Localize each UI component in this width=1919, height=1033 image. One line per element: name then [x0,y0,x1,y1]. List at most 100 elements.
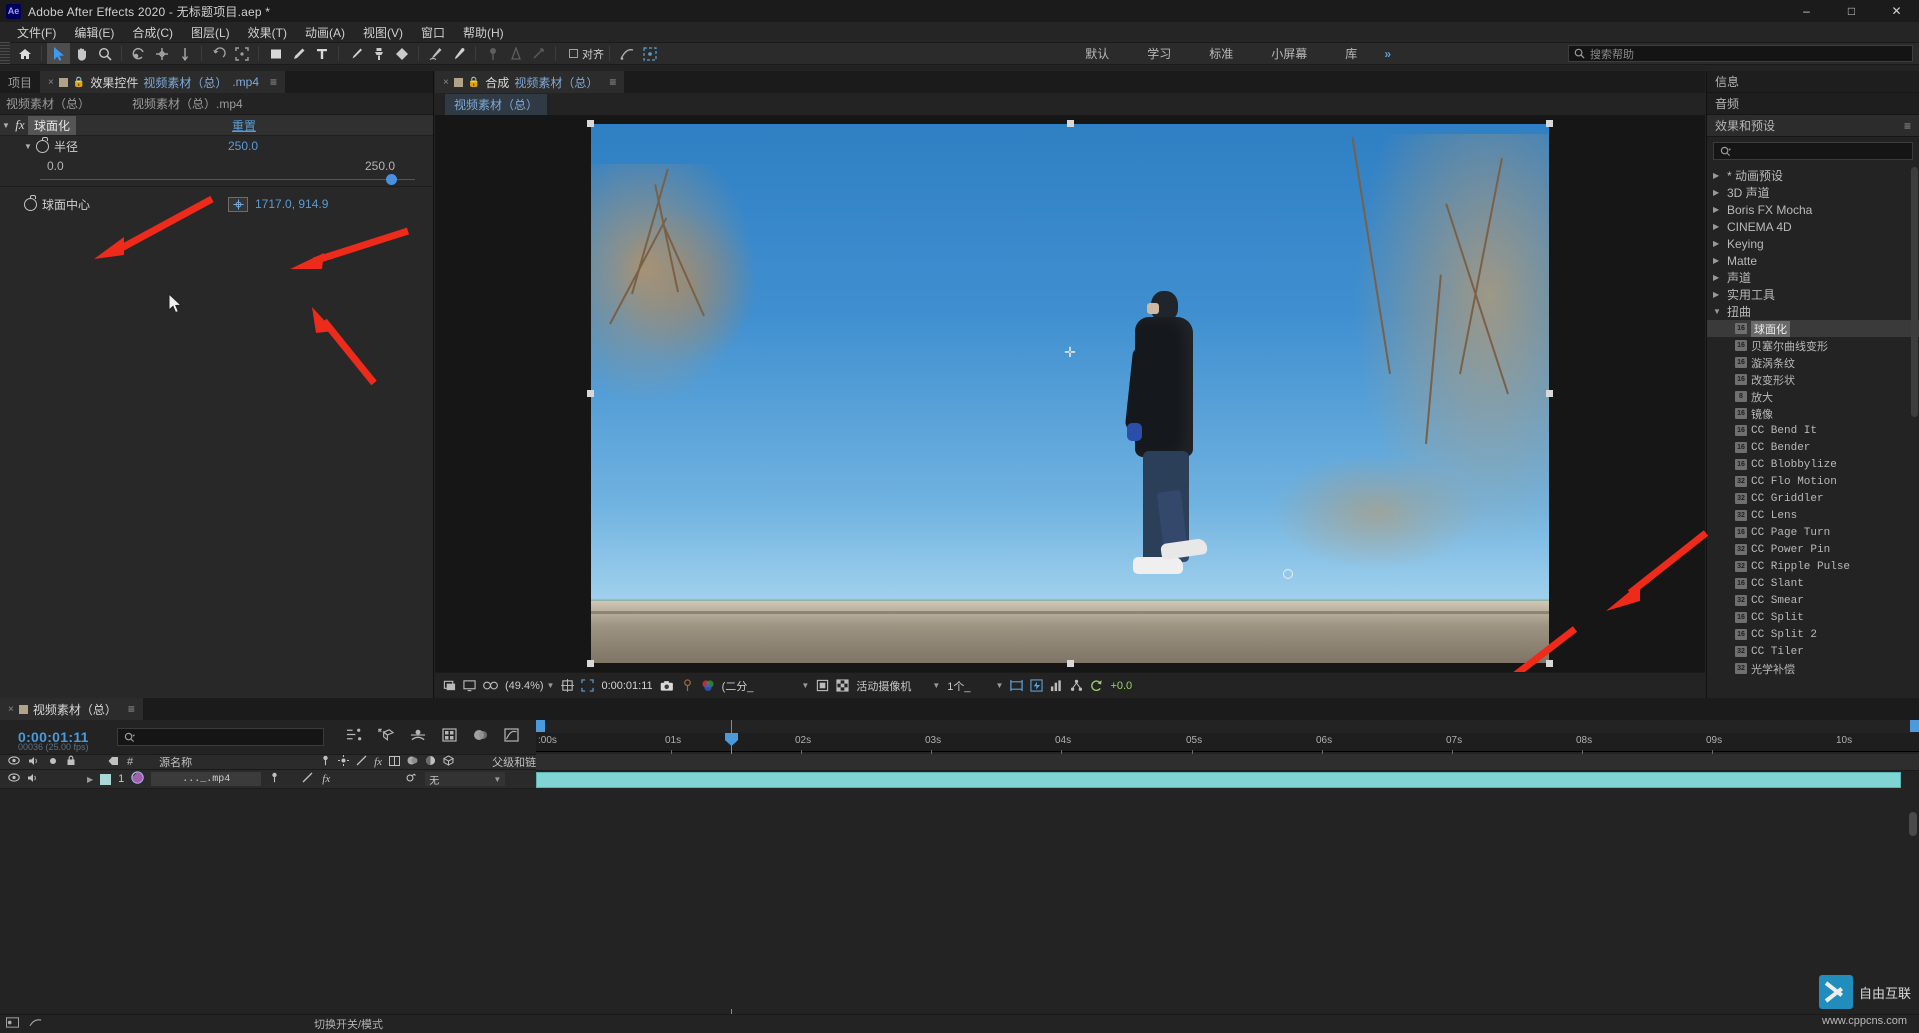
help-search-input[interactable]: 搜索帮助 [1568,45,1913,62]
layer-source-name[interactable]: ..._.mp4 [151,772,262,786]
tab-project[interactable]: 项目 [0,71,40,93]
effect-item-magnify[interactable]: 8 放大 [1707,388,1919,405]
home-icon[interactable] [13,43,36,64]
selection-handle-tl[interactable] [587,120,594,127]
channels-icon[interactable] [701,679,715,692]
effect-item-cc-slant[interactable]: 16 CC Slant [1707,575,1919,592]
timeline-track-area[interactable] [536,754,1919,1009]
property-value-sphere-center[interactable]: 1717.0, 914.9 [255,197,328,211]
work-area-end-marker[interactable] [1910,720,1919,732]
tree-group-animation-presets[interactable]: ▶ * 动画预设 [1707,167,1919,184]
camera-select[interactable]: 活动摄像机 ▼ [856,678,940,694]
effect-item-cc-bender[interactable]: 16 CC Bender [1707,439,1919,456]
tree-group-cinema-4d[interactable]: ▶ CINEMA 4D [1707,218,1919,235]
effect-item-cc-griddler[interactable]: 32 CC Griddler [1707,490,1919,507]
always-preview-icon[interactable] [443,679,456,692]
selection-handle-ml[interactable] [587,390,594,397]
workspace-libraries[interactable]: 库 [1326,43,1376,64]
layer-parent-select[interactable]: 无 ▼ [425,772,506,787]
region-of-interest-icon[interactable] [230,43,253,64]
layer-parent-pickwhip[interactable] [404,772,416,787]
slider-track[interactable] [40,179,415,180]
effects-search-input[interactable] [1713,142,1913,160]
selection-handle-tc[interactable] [1067,120,1074,127]
snapping-icon[interactable] [638,43,661,64]
checkerboard-icon[interactable] [836,679,849,692]
frame-blending-icon[interactable] [442,727,457,747]
region-of-interest-toolbar-icon[interactable] [581,679,595,692]
timeline-vertical-scrollbar[interactable] [1909,812,1917,836]
effect-item-cc-page-turn[interactable]: 16 CC Page Turn [1707,524,1919,541]
toggle-switches-modes-icon[interactable] [6,1017,19,1031]
hide-shy-layers-icon[interactable] [410,728,426,747]
puppet-position-pin-icon[interactable] [481,43,504,64]
puppet-tool-icon[interactable] [447,43,470,64]
tab-composition[interactable]: × 🔒 合成 视频素材（总） ≡ [435,71,625,93]
effect-item-cc-flo-motion[interactable]: 32 CC Flo Motion [1707,473,1919,490]
effects-panel-menu-icon[interactable]: ≡ [1904,119,1911,133]
clone-stamp-tool-icon[interactable] [367,43,390,64]
selection-handle-mr[interactable] [1546,390,1553,397]
layer-duration-bar[interactable] [536,772,1901,788]
composition-viewport[interactable]: ✛ [435,115,1705,707]
menu-composition[interactable]: 合成(C) [123,22,182,43]
undo-arrow-icon[interactable] [207,43,230,64]
tab-timeline-comp[interactable]: × 视频素材（总） ≡ [0,698,143,720]
effect-item-cc-split[interactable]: 16 CC Split [1707,609,1919,626]
fast-previews-icon[interactable] [1030,679,1044,692]
toggle-switches-modes-label[interactable]: 切换开关/模式 [314,1016,383,1032]
slider-knob[interactable] [386,174,397,185]
timeline-ruler[interactable]: :00s 01s 02s 03s 04s 05s 06s 07s 08s 09s… [536,720,1919,755]
views-select[interactable]: 1个_ ▼ [947,678,1003,694]
effect-item-cc-bend-it[interactable]: 16 CC Bend It [1707,422,1919,439]
tree-group-channel[interactable]: ▶ 声道 [1707,269,1919,286]
minimize-button[interactable]: – [1784,0,1829,22]
zoom-tool-icon[interactable] [93,43,116,64]
effect-item-cc-lens[interactable]: 32 CC Lens [1707,507,1919,524]
selection-handle-tr[interactable] [1546,120,1553,127]
tree-group-matte[interactable]: ▶ Matte [1707,252,1919,269]
timeline-tab-close-icon[interactable]: × [8,704,14,715]
effect-item-spherize[interactable]: 16 球面化 [1707,320,1919,337]
motion-blur-icon[interactable] [473,728,488,747]
graph-editor-timeline-icon[interactable] [504,727,519,747]
menu-layer[interactable]: 图层(L) [182,22,239,43]
exposure-value[interactable]: +0.0 [1110,680,1132,692]
composition-canvas[interactable]: ✛ [591,124,1549,663]
rotate-tool-icon[interactable] [127,43,150,64]
breadcrumb-item[interactable]: 视频素材（总） [445,93,548,115]
property-value-radius[interactable]: 250.0 [228,139,258,153]
align-toggle[interactable]: 对齐 [569,46,604,62]
workspace-overflow-icon[interactable]: » [1376,47,1399,61]
menu-effect[interactable]: 效果(T) [239,22,296,43]
renderer-icon[interactable] [1070,679,1083,692]
effect-header-row[interactable]: ▼ fx 球面化 重置 [0,115,433,136]
maximize-button[interactable]: □ [1829,0,1874,22]
effect-item-cc-tiler[interactable]: 32 CC Tiler [1707,643,1919,660]
layer-fx-switch[interactable]: fx [322,773,330,785]
effects-tree-list[interactable]: ▶ * 动画预设 ▶ 3D 声道 ▶ Boris FX Mocha ▶ CINEMA 4… [1707,167,1919,698]
lock-icon[interactable]: 🔒 [73,77,85,88]
comp-tab-close-icon[interactable]: × [443,77,449,88]
menu-window[interactable]: 窗口 [412,22,454,43]
layer-audio-toggle[interactable] [27,773,39,786]
layer-quality-switch[interactable] [302,772,313,786]
tab-close-icon[interactable]: × [48,77,54,88]
point-picker-button[interactable] [228,196,248,212]
effect-item-reshape[interactable]: 16 改变形状 [1707,371,1919,388]
work-area-start-marker[interactable] [536,720,545,732]
workspace-learn[interactable]: 学习 [1128,43,1190,64]
type-tool-icon[interactable] [310,43,333,64]
menu-animation[interactable]: 动画(A) [296,22,354,43]
zoom-level-select[interactable]: (49.4%) ▼ [505,680,554,692]
composition-mini-flowchart-icon[interactable] [346,728,362,746]
graph-editor-bottom-icon[interactable] [29,1017,42,1031]
menu-help[interactable]: 帮助(H) [454,22,513,43]
tree-group-keying[interactable]: ▶ Keying [1707,235,1919,252]
puppet-overlap-pin-icon[interactable] [527,43,550,64]
effect-item-twirl[interactable]: 16 漩涡条纹 [1707,354,1919,371]
roto-brush-tool-icon[interactable] [424,43,447,64]
effect-item-bezier-warp[interactable]: 16 贝塞尔曲线变形 [1707,337,1919,354]
comp-lock-icon[interactable]: 🔒 [468,77,480,88]
menu-view[interactable]: 视图(V) [354,22,412,43]
